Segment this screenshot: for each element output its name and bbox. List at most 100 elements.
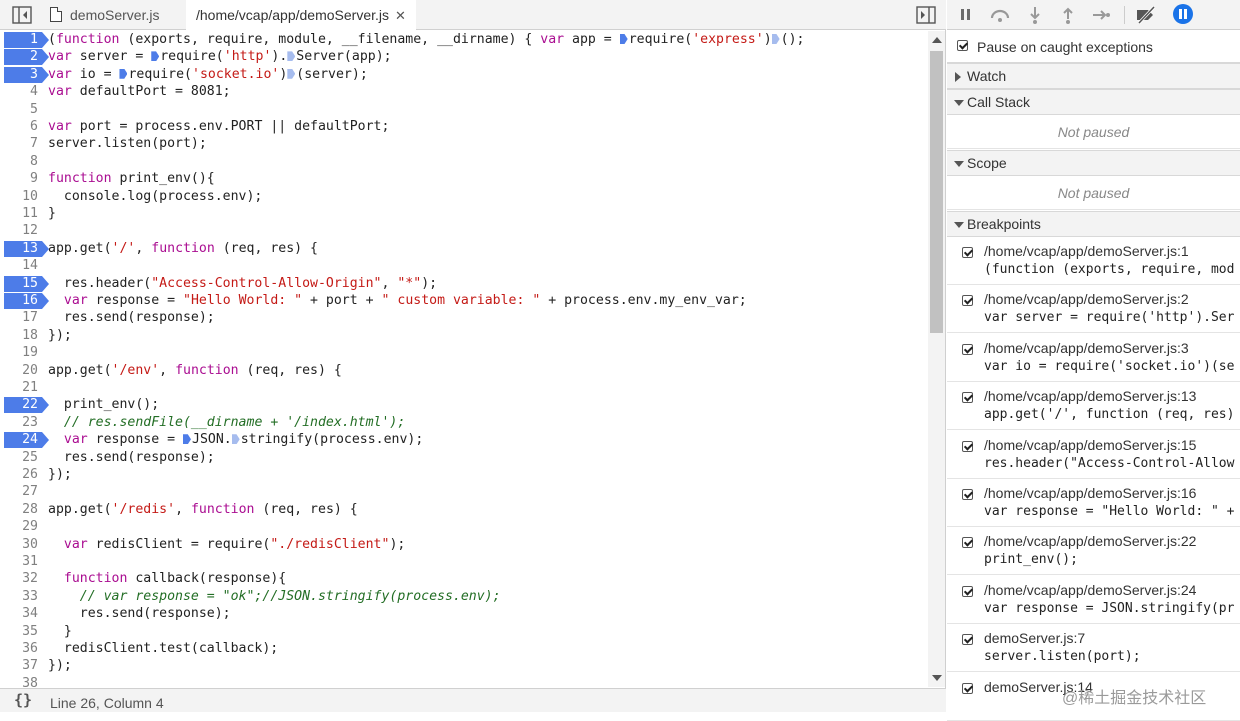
breakpoints-section-header[interactable]: Breakpoints — [947, 211, 1240, 237]
breakpoint-item[interactable]: /home/vcap/app/demoServer.js:24 var respo… — [947, 576, 1240, 624]
code-line[interactable]: 26}); — [0, 467, 926, 484]
editor-scrollbar[interactable] — [928, 31, 945, 687]
code-line[interactable]: 12 — [0, 223, 926, 240]
line-number[interactable]: 14 — [4, 258, 42, 274]
code-line[interactable]: 2 var server = require('http'). Server(app… — [0, 49, 926, 66]
inline-breakpoint-icon[interactable] — [119, 68, 128, 79]
code-line[interactable]: 9 function print_env(){ — [0, 171, 926, 188]
inline-breakpoint-icon[interactable] — [287, 68, 296, 79]
line-number[interactable]: 36 — [4, 641, 42, 657]
code-line[interactable]: 4 var defaultPort = 8081; — [0, 84, 926, 101]
breakpoint-marker[interactable]: 3 — [4, 66, 49, 83]
line-number[interactable]: 28 — [4, 502, 42, 518]
code-line[interactable]: 16 var response = "Hello World: " + port… — [0, 293, 926, 310]
line-number[interactable]: 11 — [4, 206, 42, 222]
code-line[interactable]: 31 — [0, 554, 926, 571]
breakpoint-marker[interactable]: 22 — [4, 397, 49, 414]
pause-on-caught-exceptions-checkbox[interactable] — [957, 40, 968, 51]
code-line[interactable]: 27 — [0, 484, 926, 501]
code-line[interactable]: 34 res.send(response); — [0, 606, 926, 623]
line-number[interactable]: 4 — [4, 84, 42, 100]
breakpoint-marker[interactable]: 1 — [4, 32, 49, 48]
breakpoint-marker[interactable]: 13 — [4, 240, 49, 257]
line-number[interactable]: 26 — [4, 467, 42, 483]
pause-on-exceptions-icon[interactable] — [1173, 4, 1193, 24]
code-line[interactable]: 37}); — [0, 658, 926, 675]
code-line[interactable]: 5 — [0, 102, 926, 119]
line-number[interactable]: 37 — [4, 658, 42, 674]
breakpoint-item[interactable]: /home/vcap/app/demoServer.js:2 var server… — [947, 285, 1240, 334]
code-line[interactable]: 23 // res.sendFile(__dirname + '/index.h… — [0, 415, 926, 432]
breakpoint-checkbox[interactable] — [962, 392, 973, 404]
call-stack-section-header[interactable]: Call Stack — [947, 89, 1240, 115]
line-number[interactable]: 21 — [4, 380, 42, 396]
code-line[interactable]: 6 var port = process.env.PORT || defaultP… — [0, 119, 926, 136]
line-number[interactable]: 19 — [4, 345, 42, 361]
scope-section-header[interactable]: Scope — [947, 150, 1240, 176]
code-line[interactable]: 32 function callback(response){ — [0, 571, 926, 588]
code-line[interactable]: 18}); — [0, 328, 926, 345]
line-number[interactable]: 7 — [4, 136, 42, 152]
breakpoint-marker[interactable]: 2 — [4, 49, 49, 66]
code-line[interactable]: 33 // var response = "ok";//JSON.stringi… — [0, 589, 926, 606]
code-line[interactable]: 29 — [0, 519, 926, 536]
code-line[interactable]: 7 server.listen(port); — [0, 136, 926, 153]
inline-breakpoint-icon[interactable] — [287, 51, 296, 62]
breakpoint-item[interactable]: /home/vcap/app/demoServer.js:1 (function … — [947, 237, 1240, 285]
step-into-icon[interactable] — [1024, 5, 1046, 25]
line-number[interactable]: 5 — [4, 102, 42, 118]
code-line[interactable]: 11} — [0, 206, 926, 223]
pause-on-caught-exceptions-row[interactable]: Pause on caught exceptions — [947, 31, 1240, 63]
breakpoint-item[interactable]: /home/vcap/app/demoServer.js:16 var respo… — [947, 479, 1240, 527]
code-line[interactable]: 21 — [0, 380, 926, 397]
line-number[interactable]: 17 — [4, 310, 42, 326]
line-number[interactable]: 33 — [4, 589, 42, 605]
breakpoint-marker[interactable]: 16 — [4, 293, 49, 309]
pretty-print-button[interactable]: {} — [14, 691, 32, 709]
tab-demoserver-full-path[interactable]: /home/vcap/app/demoServer.js ✕ — [186, 0, 416, 32]
line-number[interactable]: 29 — [4, 519, 42, 535]
code-line[interactable]: 17 res.send(response); — [0, 310, 926, 327]
line-number[interactable]: 38 — [4, 676, 42, 687]
line-number[interactable]: 30 — [4, 537, 42, 553]
toggle-debugger-icon[interactable] — [916, 6, 936, 24]
code-line[interactable]: 19 — [0, 345, 926, 362]
code-line[interactable]: 38 — [0, 676, 926, 687]
inline-breakpoint-icon[interactable] — [619, 34, 628, 44]
inline-breakpoint-icon[interactable] — [231, 434, 240, 445]
close-icon[interactable]: ✕ — [395, 8, 406, 23]
code-line[interactable]: 10 console.log(process.env); — [0, 189, 926, 206]
code-line[interactable]: 25 res.send(response); — [0, 450, 926, 467]
code-line[interactable]: 35 } — [0, 624, 926, 641]
step-out-icon[interactable] — [1057, 5, 1079, 25]
breakpoint-checkbox[interactable] — [962, 537, 973, 549]
line-number[interactable]: 31 — [4, 554, 42, 570]
code-area[interactable]: 1 (function (exports, require, module, __… — [0, 31, 926, 687]
code-line[interactable]: 3 var io = require('socket.io') (server); — [0, 66, 926, 84]
breakpoint-checkbox[interactable] — [962, 440, 973, 452]
line-number[interactable]: 32 — [4, 571, 42, 587]
line-number[interactable]: 35 — [4, 624, 42, 640]
line-number[interactable]: 8 — [4, 154, 42, 170]
line-number[interactable]: 9 — [4, 171, 42, 187]
line-number[interactable]: 27 — [4, 484, 42, 500]
step-icon[interactable] — [1090, 5, 1112, 25]
breakpoint-item[interactable]: /home/vcap/app/demoServer.js:13 app.get('… — [947, 382, 1240, 431]
breakpoint-marker[interactable]: 24 — [4, 432, 49, 449]
watch-section-header[interactable]: Watch — [947, 63, 1240, 89]
code-line[interactable]: 1 (function (exports, require, module, __… — [0, 32, 926, 49]
step-over-icon[interactable] — [989, 5, 1011, 25]
code-line[interactable]: 22 print_env(); — [0, 397, 926, 414]
breakpoint-item[interactable]: /home/vcap/app/demoServer.js:3 var io = r… — [947, 334, 1240, 382]
breakpoint-item[interactable]: /home/vcap/app/demoServer.js:22 print_env… — [947, 527, 1240, 576]
breakpoint-checkbox[interactable] — [962, 489, 973, 500]
code-line[interactable]: 13 app.get('/', function (req, res) { — [0, 240, 926, 258]
code-line[interactable]: 30 var redisClient = require("./redisCli… — [0, 537, 926, 554]
breakpoint-item[interactable]: demoServer.js:7 server.listen(port); — [947, 624, 1240, 673]
inline-breakpoint-icon[interactable] — [183, 434, 191, 445]
breakpoint-checkbox[interactable] — [962, 634, 973, 646]
breakpoint-item[interactable]: /home/vcap/app/demoServer.js:15 res.heade… — [947, 431, 1240, 479]
line-number[interactable]: 6 — [4, 119, 42, 135]
breakpoint-checkbox[interactable] — [962, 343, 973, 355]
pause-resume-button[interactable] — [955, 5, 977, 25]
